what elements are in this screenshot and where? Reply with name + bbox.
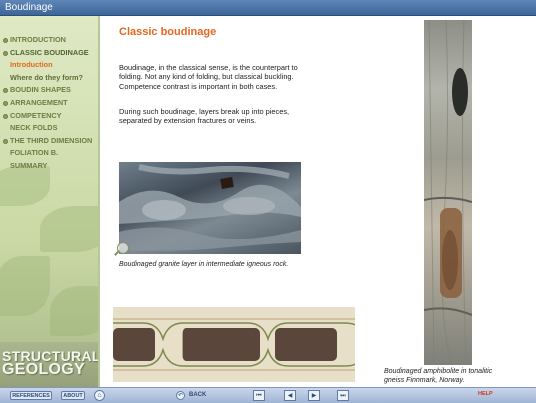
bullet-icon (3, 50, 8, 56)
first-page-icon[interactable]: ⏮ (253, 390, 265, 401)
boudinage-diagram (113, 307, 355, 382)
sidebar-subitem-introduction[interactable]: Introduction (0, 59, 100, 72)
body-paragraph: During such boudinage, layers break up i… (119, 107, 290, 126)
sidebar-item-label: COMPETENCY (10, 110, 62, 120)
bullet-icon (3, 138, 8, 144)
granite-boudinage-photo (119, 162, 301, 254)
sidebar-item-foliation[interactable]: FOLIATION B. (0, 147, 100, 160)
photo-caption: Boudinaged granite layer in intermediate… (119, 261, 289, 268)
bottom-toolbar: REFERENCES ABOUT ⌂ ↶ BACK ⏮ ◀ ▶ ⏭ HELP (0, 387, 536, 403)
references-button[interactable]: REFERENCES (10, 391, 52, 400)
leaf-decoration (40, 206, 100, 252)
sidebar-item-label: SUMMARY (10, 160, 48, 170)
sidebar-item-label: BOUDIN SHAPES (10, 85, 71, 95)
bullet-icon (3, 113, 8, 119)
page-title: Classic boudinage (119, 26, 217, 38)
sidebar: INTRODUCTION CLASSIC BOUDINAGE Introduct… (0, 16, 100, 387)
sidebar-subitem-where-do-they-form[interactable]: Where do they form? (0, 72, 100, 85)
amphibolite-boudinage-photo (424, 20, 472, 365)
rock-texture (119, 164, 301, 251)
sidebar-item-label: FOLIATION B. (10, 148, 59, 158)
about-button[interactable]: ABOUT (61, 391, 85, 400)
sidebar-item-boudin-shapes[interactable]: BOUDIN SHAPES (0, 84, 100, 97)
window-title: Boudinage (5, 2, 53, 13)
title-bar: Boudinage (0, 0, 536, 16)
leaf-decoration (0, 256, 50, 316)
app-logo: STRUCTURAL GEOLOGY (2, 349, 100, 378)
sidebar-item-neck-folds[interactable]: NECK FOLDS (0, 122, 100, 135)
sidebar-item-label: INTRODUCTION (10, 35, 66, 44)
photo-caption: Boudinaged amphibolite in tonalitic gnei… (384, 368, 493, 384)
sidebar-item-classic-boudinage[interactable]: CLASSIC BOUDINAGE (0, 47, 100, 60)
play-icon[interactable]: ▶ (308, 390, 320, 401)
previous-page-icon[interactable]: ◀ (284, 390, 296, 401)
back-icon[interactable]: ↶ (176, 391, 185, 400)
sidebar-item-summary[interactable]: SUMMARY (0, 160, 100, 173)
bullet-icon (3, 100, 8, 106)
logo-line-2: GEOLOGY (2, 361, 85, 378)
last-page-icon[interactable]: ⏭ (337, 390, 349, 401)
sidebar-item-label: ARRANGEMENT (10, 97, 68, 107)
help-button[interactable]: HELP (478, 391, 493, 397)
sidebar-item-label: Introduction (10, 60, 53, 70)
back-button[interactable]: BACK (189, 392, 206, 398)
home-icon[interactable]: ⌂ (94, 390, 105, 401)
sidebar-item-label: CLASSIC BOUDINAGE (10, 47, 89, 57)
body-paragraph: Boudinage, in the classical sense, is th… (119, 63, 298, 91)
bullet-icon (3, 88, 8, 94)
sidebar-item-arrangement[interactable]: ARRANGEMENT (0, 97, 100, 110)
sidebar-nav: INTRODUCTION CLASSIC BOUDINAGE Introduct… (0, 34, 100, 173)
sidebar-item-third-dimension[interactable]: THE THIRD DIMENSION (0, 135, 100, 148)
leaf-decoration (50, 286, 100, 336)
sidebar-item-label: THE THIRD DIMENSION (10, 135, 93, 145)
zoom-icon[interactable] (117, 242, 129, 254)
sidebar-item-label: Where do they form? (10, 72, 83, 82)
sidebar-item-competency[interactable]: COMPETENCY (0, 110, 100, 123)
sidebar-item-introduction[interactable]: INTRODUCTION (0, 34, 100, 47)
outcrop-texture (424, 20, 472, 365)
sidebar-item-label: NECK FOLDS (10, 123, 58, 133)
bullet-icon (3, 38, 8, 43)
